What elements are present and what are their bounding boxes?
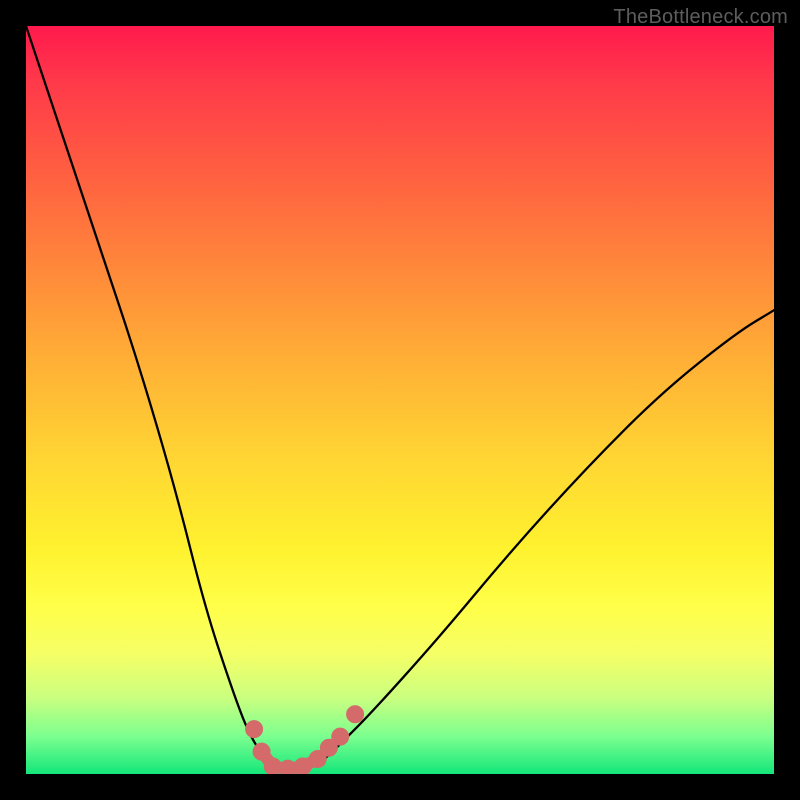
curve-overlay (26, 26, 774, 774)
data-marker (253, 743, 270, 760)
data-marker (347, 706, 364, 723)
data-marker (264, 758, 281, 774)
data-marker (246, 721, 263, 738)
plot-area (26, 26, 774, 774)
data-marker (332, 728, 349, 745)
bottleneck-curve (26, 26, 774, 770)
data-marker (279, 760, 296, 774)
data-marker (294, 758, 311, 774)
watermark-text: TheBottleneck.com (613, 6, 788, 29)
chart-frame: TheBottleneck.com (0, 0, 800, 800)
